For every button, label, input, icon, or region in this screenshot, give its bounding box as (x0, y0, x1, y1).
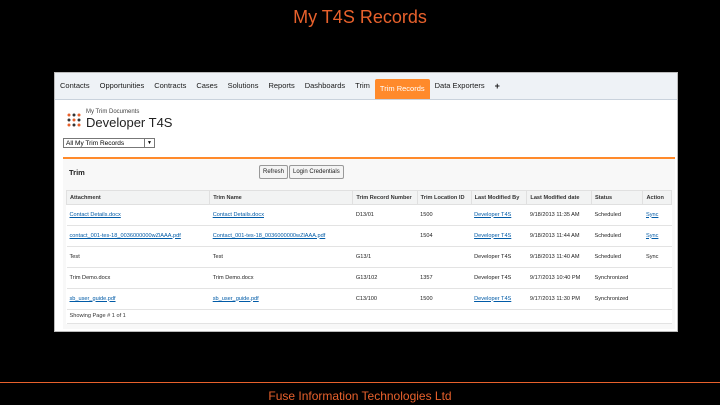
records-table: Attachment Trim Name Trim Record Number … (65, 190, 672, 324)
sync-link[interactable] (642, 288, 672, 310)
status: Synchronized (591, 288, 643, 310)
dots-logo-icon (67, 113, 81, 127)
column-header[interactable]: Action (642, 190, 672, 205)
modified-by-link[interactable]: Developer T4S (471, 288, 527, 310)
modified-date: 9/18/2013 11:35 AM (526, 204, 592, 226)
record-number: G13/102 (352, 267, 418, 289)
table-row: Trim Demo.docx Trim Demo.docx G13/102 13… (66, 267, 672, 289)
column-header[interactable]: Attachment (65, 190, 211, 205)
table-row: sb_user_guide.pdf sb_user_guide.pdf C13/… (66, 288, 672, 310)
sync-link[interactable] (642, 267, 672, 289)
table-footer-row: Showing Page # 1 of 1 (66, 309, 672, 324)
panel-title: Trim (69, 168, 85, 177)
tab-trim[interactable]: Trim (350, 73, 375, 99)
pagination-text: Showing Page # 1 of 1 (66, 309, 672, 324)
column-header[interactable]: Trim Record Number (352, 190, 418, 205)
attachment-link[interactable]: Contact Details.docx (66, 204, 210, 226)
location-id: 1504 (417, 225, 472, 247)
trim-name-link[interactable]: Trim Demo.docx (209, 267, 353, 289)
view-select-value: All My Trim Records (66, 140, 125, 147)
trim-name-link[interactable]: Contact_001-tes-18_0036000000wZlAAA.pdf (209, 225, 353, 247)
column-header[interactable]: Last Modified By (470, 190, 528, 205)
slide-footer: Fuse Information Technologies Ltd (268, 389, 452, 403)
tab-contracts[interactable]: Contracts (149, 73, 191, 99)
location-id: 1500 (417, 288, 472, 310)
modified-date: 9/18/2013 11:40 AM (526, 246, 592, 268)
sync-link[interactable]: Sync (642, 204, 672, 226)
attachment-link[interactable]: Trim Demo.docx (66, 267, 210, 289)
chevron-down-icon[interactable]: ▼ (144, 139, 154, 147)
tab-contacts[interactable]: Contacts (55, 73, 95, 99)
record-number: D13/01 (352, 204, 418, 226)
modified-by-link[interactable]: Developer T4S (471, 204, 527, 226)
tab-reports[interactable]: Reports (263, 73, 299, 99)
location-id: 1500 (417, 204, 472, 226)
tab-opportunities[interactable]: Opportunities (95, 73, 150, 99)
refresh-button[interactable]: Refresh (259, 165, 289, 179)
trim-name-link[interactable]: Test (209, 246, 353, 268)
trim-name-link[interactable]: sb_user_guide.pdf (209, 288, 353, 310)
tab-data-exporters[interactable]: Data Exporters (430, 73, 490, 99)
tab-bar: Contacts Opportunities Contracts Cases S… (55, 73, 677, 100)
status: Synchronized (591, 267, 643, 289)
modified-by-link[interactable]: Developer T4S (471, 267, 527, 289)
record-number (352, 225, 418, 247)
location-id: 1357 (417, 267, 472, 289)
modified-date: 9/17/2013 11:30 PM (526, 288, 592, 310)
modified-date: 9/18/2013 11:44 AM (526, 225, 592, 247)
trim-panel: Trim Refresh Login Credentials Attachmen… (63, 157, 675, 329)
modified-by-link[interactable]: Developer T4S (471, 246, 527, 268)
tab-cases[interactable]: Cases (191, 73, 222, 99)
record-number: C13/100 (352, 288, 418, 310)
status: Scheduled (591, 225, 643, 247)
status: Scheduled (591, 246, 643, 268)
modified-date: 9/17/2013 10:40 PM (526, 267, 592, 289)
salesforce-screenshot: Contacts Opportunities Contracts Cases S… (54, 72, 678, 332)
slide-title: My T4S Records (293, 7, 427, 27)
attachment-link[interactable]: contact_001-tes-18_0036000000wZlAAA.pdf (66, 225, 210, 247)
column-header[interactable]: Trim Location ID (416, 190, 472, 205)
table-row: Contact Details.docx Contact Details.doc… (66, 204, 672, 226)
table-row: contact_001-tes-18_0036000000wZlAAA.pdf … (66, 225, 672, 247)
modified-by-link[interactable]: Developer T4S (471, 225, 527, 247)
page-title: Developer T4S (86, 115, 173, 130)
location-id (417, 246, 472, 268)
tab-dashboards[interactable]: Dashboards (300, 73, 350, 99)
attachment-link[interactable]: Test (66, 246, 210, 268)
attachment-link[interactable]: sb_user_guide.pdf (66, 288, 210, 310)
sync-link[interactable]: Sync (642, 225, 672, 247)
record-number: G13/1 (352, 246, 418, 268)
view-select[interactable]: All My Trim Records ▼ (63, 138, 155, 148)
sync-link[interactable]: Sync (642, 246, 672, 268)
footer-divider (0, 382, 720, 383)
tab-trim-records[interactable]: Trim Records (374, 79, 430, 99)
table-row: Test Test G13/1 Developer T4S 9/18/2013 … (66, 246, 672, 268)
status: Scheduled (591, 204, 643, 226)
column-header[interactable]: Trim Name (209, 190, 354, 205)
trim-name-link[interactable]: Contact Details.docx (209, 204, 353, 226)
login-credentials-button[interactable]: Login Credentials (289, 165, 344, 179)
tab-solutions[interactable]: Solutions (223, 73, 264, 99)
add-tab-button[interactable]: + (490, 73, 505, 99)
column-header[interactable]: Last Modified date (526, 190, 592, 205)
column-header[interactable]: Status (590, 190, 644, 205)
